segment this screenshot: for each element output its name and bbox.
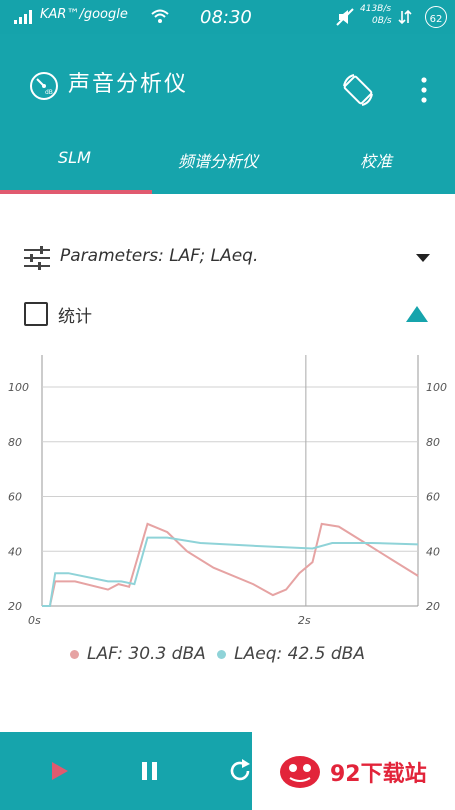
battery-level: 62 bbox=[429, 14, 443, 25]
watermark: 92下载站 bbox=[252, 732, 455, 810]
network-icon bbox=[398, 9, 412, 25]
series-line-laeq bbox=[42, 536, 419, 607]
active-tab-indicator bbox=[0, 190, 152, 194]
y-tick-label-right: 100 bbox=[426, 381, 447, 394]
y-tick-label-left: 40 bbox=[8, 545, 22, 558]
tune-icon bbox=[24, 246, 50, 270]
statistics-checkbox[interactable] bbox=[24, 302, 48, 326]
series-line-laf bbox=[42, 522, 419, 607]
y-tick-label-left: 100 bbox=[8, 381, 29, 394]
y-tick-label-left: 80 bbox=[8, 436, 22, 449]
status-bar: KAR™/google 08:30 413B/s 0B/s 62 bbox=[0, 0, 455, 34]
tab-calibration[interactable]: 校准 bbox=[360, 148, 392, 172]
statistics-row: 统计 bbox=[24, 300, 434, 332]
screen-rotate-icon[interactable] bbox=[340, 72, 376, 108]
pause-icon[interactable] bbox=[142, 762, 158, 780]
chart-legend: LAF: 30.3 dBA LAeq: 42.5 dBA bbox=[70, 644, 365, 664]
watermark-text: 92下载站 bbox=[330, 762, 427, 787]
app-title: 声音分析仪 bbox=[68, 72, 189, 97]
y-tick-label-left: 60 bbox=[8, 491, 22, 504]
carrier-label: KAR™/google bbox=[40, 7, 128, 22]
refresh-icon[interactable] bbox=[228, 758, 252, 784]
x-tick-label: 2s bbox=[298, 614, 311, 627]
more-vert-icon[interactable] bbox=[419, 76, 429, 104]
laeq-legend-dot bbox=[217, 649, 227, 659]
laf-legend-label: LAF: 30.3 dBA bbox=[87, 644, 206, 664]
tab-spectrum-analyzer[interactable]: 频谱分析仪 bbox=[178, 148, 258, 172]
dropdown-arrow-icon[interactable] bbox=[416, 254, 430, 262]
y-tick-label-right: 80 bbox=[426, 436, 440, 449]
laeq-legend-label: LAeq: 42.5 dBA bbox=[234, 644, 365, 664]
parameters-label: Parameters: LAF; LAeq. bbox=[60, 246, 259, 266]
net-speed-down: 0B/s bbox=[372, 16, 392, 26]
net-speed-up: 413B/s bbox=[360, 4, 392, 14]
statistics-label: 统计 bbox=[58, 307, 92, 327]
y-tick-label-right: 60 bbox=[426, 491, 440, 504]
y-tick-label-right: 40 bbox=[426, 545, 440, 558]
y-tick-label-left: 20 bbox=[8, 600, 22, 613]
battery-icon: 62 bbox=[425, 6, 447, 28]
collapse-arrow-icon[interactable] bbox=[406, 306, 428, 322]
y-tick-label-right: 20 bbox=[426, 600, 440, 613]
x-tick-label: 0s bbox=[28, 614, 41, 627]
mute-icon bbox=[336, 8, 354, 26]
svg-text:dB: dB bbox=[45, 89, 53, 96]
parameters-selector[interactable]: Parameters: LAF; LAeq. bbox=[24, 242, 434, 274]
clock: 08:30 bbox=[200, 7, 252, 28]
sound-meter-logo-icon: dB bbox=[30, 72, 58, 100]
wifi-icon bbox=[151, 9, 169, 23]
signal-icon bbox=[14, 10, 32, 24]
sound-level-chart: 100 100 80 80 60 60 40 40 20 20 0s 2s bbox=[8, 355, 447, 627]
play-icon[interactable] bbox=[52, 762, 68, 780]
laf-legend-dot bbox=[70, 649, 79, 659]
watermark-logo-icon bbox=[280, 756, 320, 788]
tab-slm[interactable]: SLM bbox=[58, 148, 91, 167]
